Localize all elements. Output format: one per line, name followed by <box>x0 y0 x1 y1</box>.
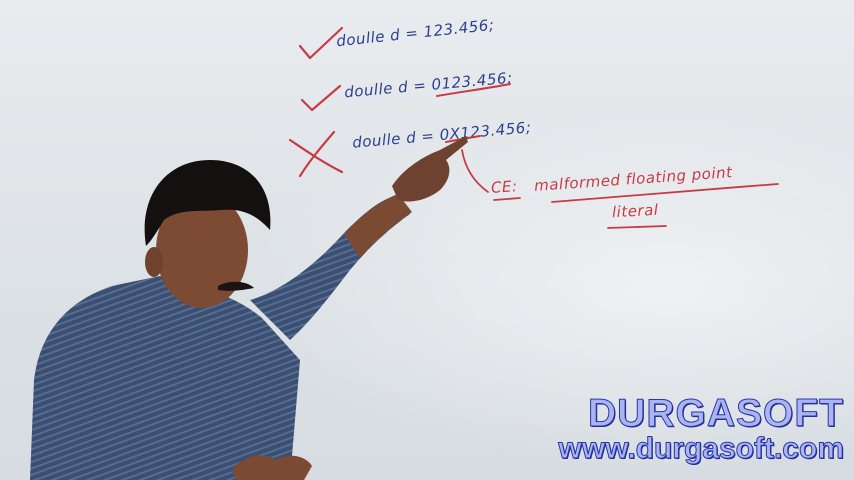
presenter-forearm <box>344 194 412 258</box>
video-frame: doulle d = 123.456; doulle d = 0123.456;… <box>0 0 854 480</box>
presenter-hand <box>392 136 468 202</box>
watermark-url: www.durgasoft.com <box>558 432 845 466</box>
watermark-brand-name: DURGASOFT <box>588 392 844 436</box>
